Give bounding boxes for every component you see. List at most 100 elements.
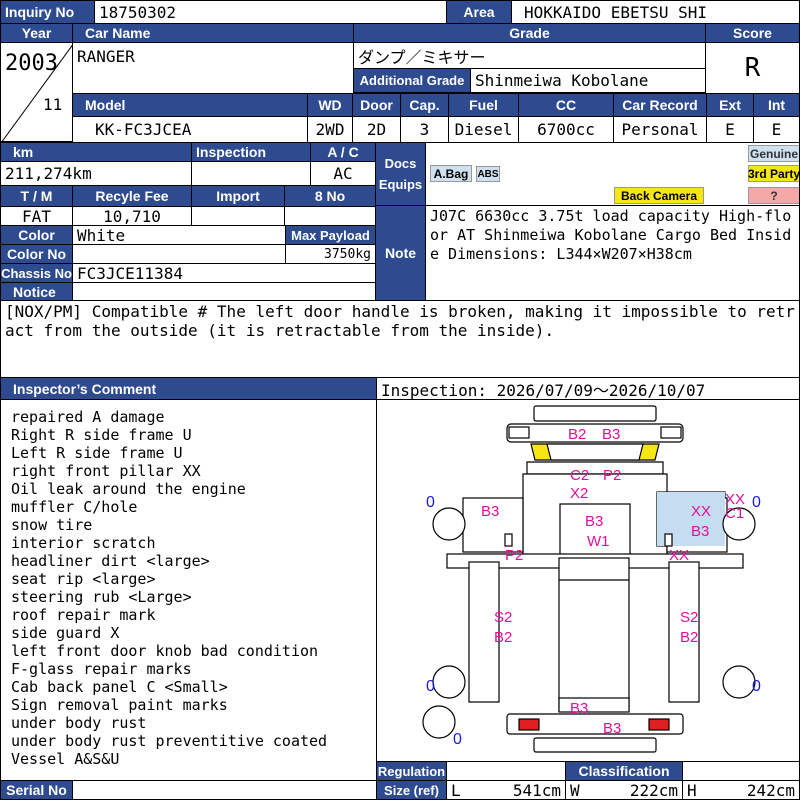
ac-label: A / C: [310, 142, 376, 162]
wd-value: 2WD: [307, 116, 353, 143]
list-item: Right R side frame U: [11, 426, 192, 444]
model-value: KK-FC3JCEA: [72, 116, 308, 143]
wd-label: WD: [307, 93, 353, 117]
tm-label: T / M: [0, 185, 73, 207]
serial-no-value: [72, 780, 377, 800]
list-item: repaired A damage: [11, 408, 165, 426]
list-item: muffler C/hole: [11, 498, 138, 516]
docs-equips-label: Docs Equips: [375, 142, 426, 206]
docs-label: Docs: [384, 156, 417, 171]
cap-label: Cap.: [400, 93, 449, 117]
mark-p2-hood: P2: [603, 467, 621, 484]
mark-b3-bumper: B3: [603, 720, 621, 737]
list-item: left front door knob bad condition: [11, 642, 319, 660]
third-party-badge: 3rd Party: [747, 165, 800, 182]
inspection-label: Inspection: [191, 142, 311, 162]
list-item: interior scratch: [11, 534, 156, 552]
genuine-badge: Genuine: [748, 145, 799, 162]
notice-label: Notice: [0, 282, 73, 301]
mark-c1: C1: [725, 505, 744, 522]
back-camera-badge: Back Camera: [614, 187, 704, 204]
size-l: L 541cm: [446, 780, 566, 800]
size-h-value: 242cm: [746, 780, 795, 800]
cap-value: 3: [400, 116, 449, 143]
list-item: Vessel A&S&U: [11, 750, 120, 768]
car-record-value: Personal: [613, 116, 707, 143]
list-item: right front pillar XX: [11, 462, 201, 480]
mark-s2-left: S2: [494, 609, 512, 626]
size-w-label: W: [570, 780, 580, 800]
inspection-value: [191, 161, 311, 186]
list-item: seat rip <large>: [11, 570, 156, 588]
car-record-label: Car Record: [613, 93, 707, 117]
size-l-value: 541cm: [512, 780, 561, 800]
note-label: Note: [375, 205, 426, 301]
grade-label: Grade: [353, 23, 706, 43]
tire-front-left: 0: [426, 494, 435, 511]
mark-s2-right: S2: [680, 609, 698, 626]
max-payload-value: 3750kg: [285, 244, 376, 264]
comment-list: repaired A damage Right R side frame U L…: [0, 399, 377, 781]
list-item: under body rust preventitive coated: [11, 732, 328, 750]
list-item: under body rust: [11, 714, 147, 732]
list-item: Oil leak around the engine: [11, 480, 246, 498]
tire-spare: 0: [453, 731, 462, 748]
area-label: Area: [446, 0, 512, 24]
mark-xx-frame: XX: [669, 547, 689, 564]
list-item: roof repair mark: [11, 606, 156, 624]
mark-x2: X2: [570, 485, 588, 502]
tire-front-right: 0: [752, 494, 761, 511]
model-label: Model: [72, 93, 308, 117]
km-value: 211,274km: [0, 161, 192, 186]
list-item: snow tire: [11, 516, 93, 534]
equips-label: Equips: [378, 177, 423, 192]
import-label: Import: [191, 185, 285, 207]
equips-area: A.Bag ABS Back Camera Genuine 3rd Party …: [425, 142, 800, 206]
door-value: 2D: [352, 116, 401, 143]
regulation-label: Regulation: [376, 761, 447, 781]
size-ref-label: Size (ref): [376, 780, 447, 800]
regulation-value: [446, 761, 566, 781]
mark-b3-front: B3: [602, 426, 620, 443]
year-cell: 2003 11: [0, 42, 73, 142]
inquiry-no-value: 18750302: [94, 0, 447, 24]
km-label: km: [0, 142, 192, 162]
color-label: Color: [0, 225, 73, 245]
mark-b3-center: B3: [585, 513, 603, 530]
size-h: H 242cm: [682, 780, 800, 800]
door-label: Door: [352, 93, 401, 117]
inspectors-comment-label: Inspector’s Comment: [0, 377, 377, 400]
list-item: side guard X: [11, 624, 120, 642]
ac-value: AC: [310, 161, 376, 186]
size-w: W 222cm: [565, 780, 683, 800]
damage-diagram: B2 B3 C2 P2 X2 B3 B3 W1 XX B3 XX C1 P2 X…: [376, 399, 800, 762]
note-value: J07C 6630cc 3.75t load capacity High-flo…: [425, 205, 800, 301]
car-name-label: Car Name: [72, 23, 354, 43]
mark-b3-right: B3: [691, 523, 709, 540]
recycle-fee-label: Recyle Fee: [72, 185, 192, 207]
inquiry-no-label: Inquiry No: [0, 0, 95, 24]
year-label: Year: [0, 23, 73, 43]
import-value: [191, 206, 285, 226]
mark-c2: C2: [570, 467, 589, 484]
area-value: HOKKAIDO EBETSU SHI: [511, 0, 800, 24]
tm-value: FAT: [0, 206, 73, 226]
classification-value: [682, 761, 800, 781]
mark-p2-left: P2: [505, 547, 523, 564]
cc-label: CC: [518, 93, 614, 117]
fuel-label: Fuel: [448, 93, 519, 117]
list-item: headliner dirt <large>: [11, 552, 210, 570]
recycle-fee-value: 10,710: [72, 206, 192, 226]
size-l-label: L: [451, 780, 461, 800]
color-value: White: [72, 225, 286, 245]
grade-value: ダンプ／ミキサー: [353, 42, 706, 69]
chassis-no-value: FC3JCE11384: [72, 263, 376, 283]
tire-rear-right: 0: [752, 678, 761, 695]
list-item: F-glass repair marks: [11, 660, 192, 678]
mark-xx-right: XX: [691, 503, 711, 520]
serial-no-label: Serial No: [0, 780, 73, 800]
notice-value: [NOX/PM] Compatible # The left door hand…: [0, 300, 800, 378]
score-value: R: [705, 42, 800, 94]
tire-rear-left: 0: [426, 678, 435, 695]
list-item: Sign removal paint marks: [11, 696, 228, 714]
